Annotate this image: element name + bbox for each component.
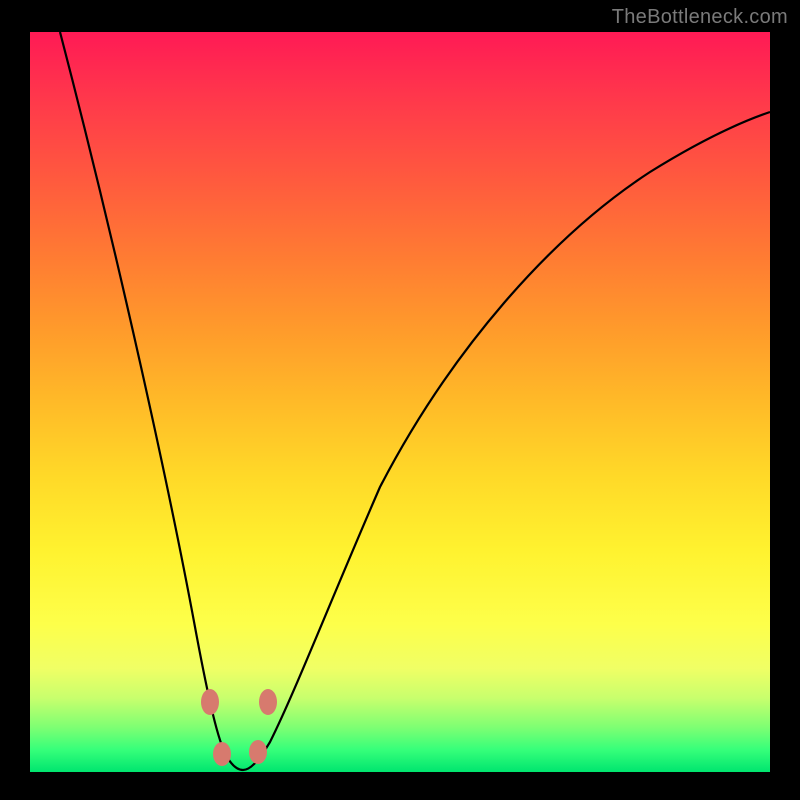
marker-right-upper: [259, 689, 277, 715]
bottleneck-curve: [30, 32, 770, 772]
curve-left-branch: [60, 32, 243, 770]
chart-frame: TheBottleneck.com: [0, 0, 800, 800]
watermark-text: TheBottleneck.com: [612, 6, 788, 29]
marker-left-lower: [213, 742, 231, 766]
plot-area: [30, 32, 770, 772]
marker-right-lower: [249, 740, 267, 764]
marker-left-upper: [201, 689, 219, 715]
curve-right-branch: [243, 112, 770, 770]
